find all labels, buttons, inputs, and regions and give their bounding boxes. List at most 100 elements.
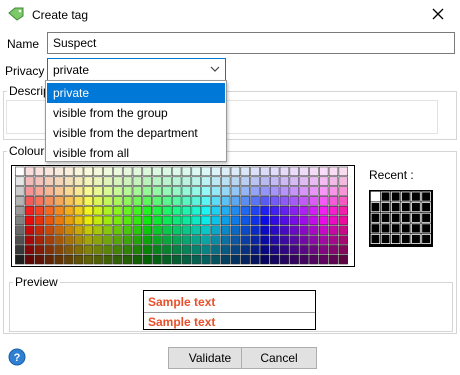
palette-swatch[interactable] <box>24 235 35 245</box>
palette-swatch[interactable] <box>142 205 152 216</box>
palette-swatch[interactable] <box>162 245 172 255</box>
palette-swatch[interactable] <box>83 166 94 177</box>
palette-swatch[interactable] <box>122 166 133 177</box>
palette-swatch[interactable] <box>152 176 162 186</box>
palette-swatch[interactable] <box>260 225 270 235</box>
palette-swatch[interactable] <box>132 215 143 226</box>
recent-swatch[interactable] <box>390 202 401 213</box>
palette-swatch[interactable] <box>270 205 280 216</box>
palette-swatch[interactable] <box>309 215 319 226</box>
palette-swatch[interactable] <box>191 176 201 186</box>
palette-swatch[interactable] <box>64 245 74 255</box>
palette-swatch[interactable] <box>309 176 319 186</box>
palette-swatch[interactable] <box>250 245 260 255</box>
palette-swatch[interactable] <box>299 196 309 206</box>
palette-swatch[interactable] <box>15 205 25 216</box>
recent-swatch[interactable] <box>380 223 391 234</box>
palette-swatch[interactable] <box>15 215 25 226</box>
palette-swatch[interactable] <box>279 205 290 216</box>
palette-swatch[interactable] <box>230 254 241 265</box>
palette-swatch[interactable] <box>103 245 113 255</box>
palette-swatch[interactable] <box>83 235 94 245</box>
palette-swatch[interactable] <box>328 176 339 186</box>
recent-colours-grid[interactable] <box>369 190 433 247</box>
palette-swatch[interactable] <box>171 186 182 196</box>
palette-swatch[interactable] <box>220 196 231 206</box>
palette-swatch[interactable] <box>142 254 152 265</box>
palette-swatch[interactable] <box>319 245 329 255</box>
palette-swatch[interactable] <box>122 215 133 226</box>
palette-swatch[interactable] <box>64 205 74 216</box>
palette-swatch[interactable] <box>181 186 192 196</box>
palette-swatch[interactable] <box>34 235 45 245</box>
palette-swatch[interactable] <box>64 254 74 265</box>
recent-swatch[interactable] <box>411 202 421 213</box>
palette-swatch[interactable] <box>132 196 143 206</box>
palette-swatch[interactable] <box>54 225 64 235</box>
palette-swatch[interactable] <box>220 215 231 226</box>
recent-swatch[interactable] <box>411 234 421 244</box>
palette-swatch[interactable] <box>44 225 54 235</box>
palette-swatch[interactable] <box>54 235 64 245</box>
palette-swatch[interactable] <box>211 225 221 235</box>
palette-swatch[interactable] <box>152 225 162 235</box>
palette-swatch[interactable] <box>24 186 35 196</box>
palette-swatch[interactable] <box>289 235 299 245</box>
privacy-option-private[interactable]: private <box>47 83 225 103</box>
palette-swatch[interactable] <box>230 215 241 226</box>
palette-swatch[interactable] <box>270 235 280 245</box>
palette-swatch[interactable] <box>122 235 133 245</box>
palette-swatch[interactable] <box>152 186 162 196</box>
palette-swatch[interactable] <box>260 215 270 226</box>
palette-swatch[interactable] <box>220 225 231 235</box>
recent-swatch[interactable] <box>390 191 401 202</box>
palette-swatch[interactable] <box>132 166 143 177</box>
palette-swatch[interactable] <box>270 254 280 265</box>
palette-swatch[interactable] <box>328 196 339 206</box>
palette-swatch[interactable] <box>142 176 152 186</box>
palette-swatch[interactable] <box>279 245 290 255</box>
palette-swatch[interactable] <box>64 235 74 245</box>
palette-swatch[interactable] <box>250 225 260 235</box>
palette-swatch[interactable] <box>162 196 172 206</box>
recent-swatch[interactable] <box>380 234 391 244</box>
palette-swatch[interactable] <box>162 225 172 235</box>
palette-swatch[interactable] <box>73 235 84 245</box>
palette-swatch[interactable] <box>15 196 25 206</box>
palette-swatch[interactable] <box>220 176 231 186</box>
palette-swatch[interactable] <box>103 235 113 245</box>
palette-swatch[interactable] <box>328 166 339 177</box>
palette-swatch[interactable] <box>201 166 211 177</box>
palette-swatch[interactable] <box>44 205 54 216</box>
palette-swatch[interactable] <box>103 254 113 265</box>
palette-swatch[interactable] <box>83 186 94 196</box>
palette-swatch[interactable] <box>83 205 94 216</box>
palette-swatch[interactable] <box>191 205 201 216</box>
palette-swatch[interactable] <box>328 205 339 216</box>
palette-swatch[interactable] <box>250 166 260 177</box>
palette-swatch[interactable] <box>113 196 123 206</box>
palette-swatch[interactable] <box>220 254 231 265</box>
palette-swatch[interactable] <box>289 225 299 235</box>
palette-swatch[interactable] <box>162 254 172 265</box>
palette-swatch[interactable] <box>103 225 113 235</box>
palette-swatch[interactable] <box>309 235 319 245</box>
palette-swatch[interactable] <box>64 196 74 206</box>
palette-swatch[interactable] <box>191 245 201 255</box>
palette-swatch[interactable] <box>211 166 221 177</box>
palette-swatch[interactable] <box>279 215 290 226</box>
palette-swatch[interactable] <box>250 176 260 186</box>
palette-swatch[interactable] <box>279 235 290 245</box>
palette-swatch[interactable] <box>103 166 113 177</box>
palette-swatch[interactable] <box>73 186 84 196</box>
palette-swatch[interactable] <box>64 186 74 196</box>
palette-swatch[interactable] <box>260 186 270 196</box>
palette-swatch[interactable] <box>328 245 339 255</box>
palette-swatch[interactable] <box>289 196 299 206</box>
palette-swatch[interactable] <box>132 186 143 196</box>
recent-swatch[interactable] <box>370 191 381 202</box>
palette-swatch[interactable] <box>240 205 250 216</box>
palette-swatch[interactable] <box>103 196 113 206</box>
palette-swatch[interactable] <box>230 166 241 177</box>
palette-swatch[interactable] <box>132 254 143 265</box>
